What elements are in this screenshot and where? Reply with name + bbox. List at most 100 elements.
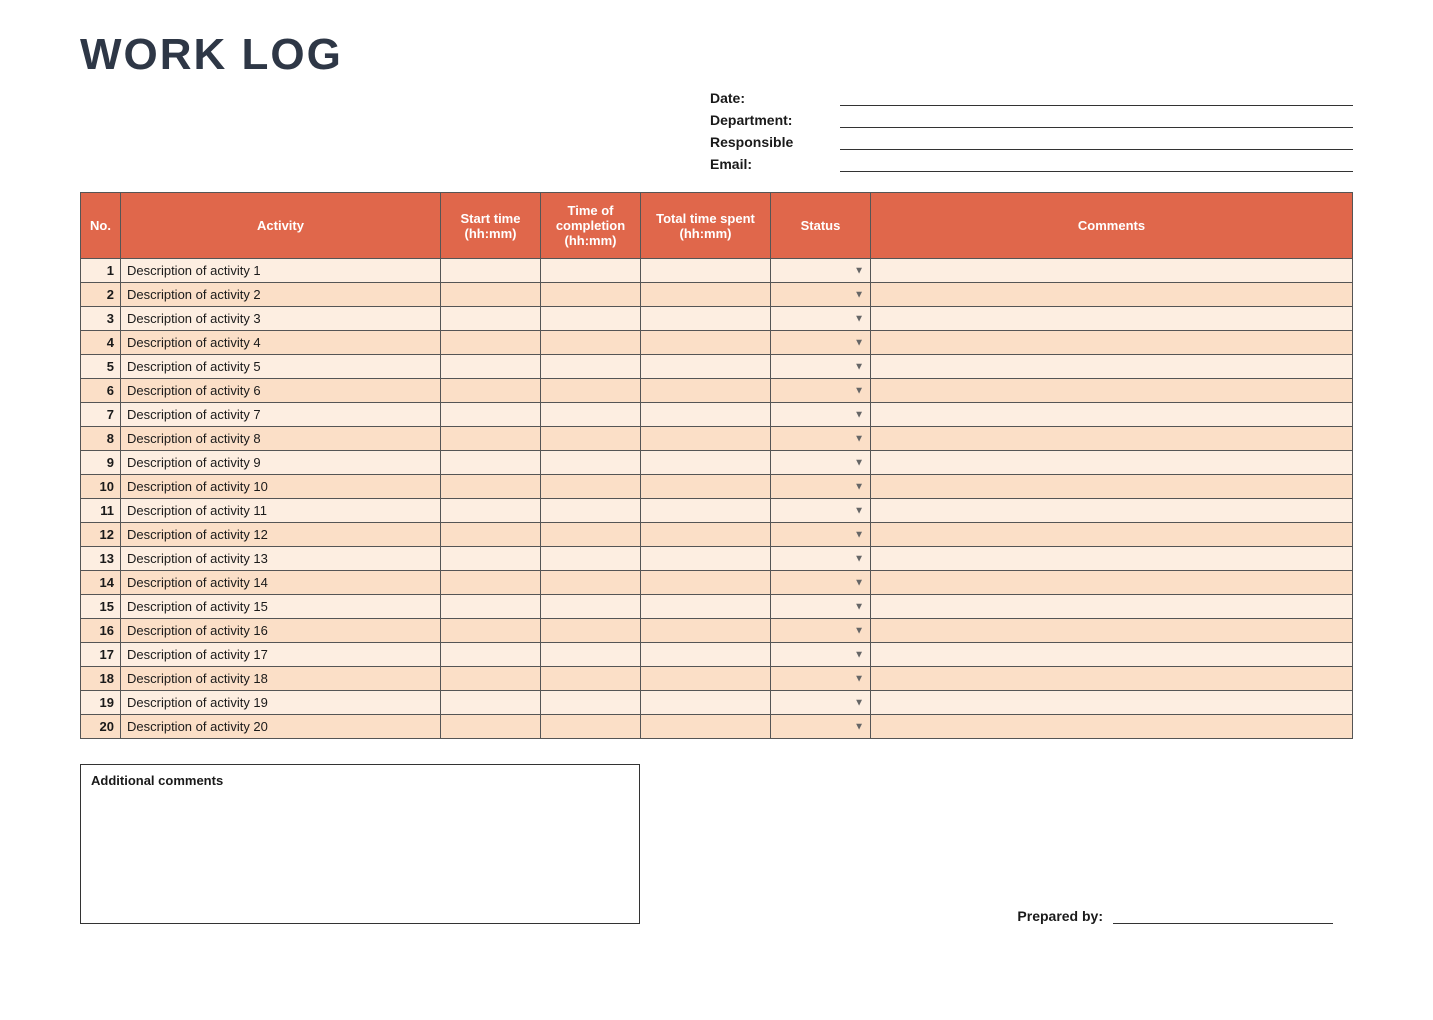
cell-completion-time[interactable] [541,355,641,379]
cell-comments[interactable] [871,451,1353,475]
cell-completion-time[interactable] [541,307,641,331]
cell-total-time[interactable] [641,403,771,427]
cell-start-time[interactable] [441,403,541,427]
cell-completion-time[interactable] [541,331,641,355]
cell-comments[interactable] [871,355,1353,379]
cell-status-dropdown[interactable]: ▼ [771,619,871,643]
cell-status-dropdown[interactable]: ▼ [771,595,871,619]
cell-completion-time[interactable] [541,499,641,523]
cell-comments[interactable] [871,331,1353,355]
cell-completion-time[interactable] [541,451,641,475]
cell-activity[interactable]: Description of activity 9 [121,451,441,475]
cell-status-dropdown[interactable]: ▼ [771,307,871,331]
cell-total-time[interactable] [641,259,771,283]
cell-start-time[interactable] [441,475,541,499]
cell-total-time[interactable] [641,571,771,595]
cell-start-time[interactable] [441,667,541,691]
cell-completion-time[interactable] [541,643,641,667]
cell-start-time[interactable] [441,451,541,475]
cell-comments[interactable] [871,475,1353,499]
cell-comments[interactable] [871,643,1353,667]
cell-completion-time[interactable] [541,595,641,619]
cell-total-time[interactable] [641,691,771,715]
cell-status-dropdown[interactable]: ▼ [771,451,871,475]
cell-status-dropdown[interactable]: ▼ [771,643,871,667]
cell-activity[interactable]: Description of activity 6 [121,379,441,403]
cell-completion-time[interactable] [541,259,641,283]
email-input-line[interactable] [840,156,1353,172]
cell-start-time[interactable] [441,619,541,643]
cell-comments[interactable] [871,595,1353,619]
cell-activity[interactable]: Description of activity 1 [121,259,441,283]
department-input-line[interactable] [840,112,1353,128]
cell-start-time[interactable] [441,427,541,451]
cell-activity[interactable]: Description of activity 4 [121,331,441,355]
cell-comments[interactable] [871,427,1353,451]
cell-start-time[interactable] [441,379,541,403]
cell-completion-time[interactable] [541,379,641,403]
prepared-by-input-line[interactable] [1113,910,1333,924]
cell-comments[interactable] [871,667,1353,691]
cell-start-time[interactable] [441,355,541,379]
cell-total-time[interactable] [641,451,771,475]
cell-status-dropdown[interactable]: ▼ [771,667,871,691]
cell-completion-time[interactable] [541,571,641,595]
cell-status-dropdown[interactable]: ▼ [771,427,871,451]
cell-total-time[interactable] [641,667,771,691]
cell-activity[interactable]: Description of activity 19 [121,691,441,715]
cell-activity[interactable]: Description of activity 13 [121,547,441,571]
cell-start-time[interactable] [441,547,541,571]
cell-total-time[interactable] [641,523,771,547]
cell-comments[interactable] [871,619,1353,643]
cell-status-dropdown[interactable]: ▼ [771,379,871,403]
cell-start-time[interactable] [441,643,541,667]
cell-total-time[interactable] [641,595,771,619]
cell-activity[interactable]: Description of activity 2 [121,283,441,307]
cell-comments[interactable] [871,403,1353,427]
cell-completion-time[interactable] [541,691,641,715]
cell-comments[interactable] [871,499,1353,523]
cell-start-time[interactable] [441,715,541,739]
cell-total-time[interactable] [641,619,771,643]
cell-activity[interactable]: Description of activity 8 [121,427,441,451]
cell-start-time[interactable] [441,595,541,619]
cell-completion-time[interactable] [541,403,641,427]
cell-start-time[interactable] [441,259,541,283]
responsible-input-line[interactable] [840,134,1353,150]
cell-comments[interactable] [871,571,1353,595]
cell-activity[interactable]: Description of activity 10 [121,475,441,499]
cell-start-time[interactable] [441,499,541,523]
cell-status-dropdown[interactable]: ▼ [771,331,871,355]
cell-completion-time[interactable] [541,715,641,739]
cell-total-time[interactable] [641,355,771,379]
cell-completion-time[interactable] [541,283,641,307]
cell-status-dropdown[interactable]: ▼ [771,547,871,571]
cell-status-dropdown[interactable]: ▼ [771,475,871,499]
cell-status-dropdown[interactable]: ▼ [771,715,871,739]
cell-activity[interactable]: Description of activity 7 [121,403,441,427]
cell-activity[interactable]: Description of activity 11 [121,499,441,523]
cell-total-time[interactable] [641,715,771,739]
cell-completion-time[interactable] [541,667,641,691]
cell-start-time[interactable] [441,523,541,547]
cell-activity[interactable]: Description of activity 12 [121,523,441,547]
cell-start-time[interactable] [441,283,541,307]
cell-activity[interactable]: Description of activity 14 [121,571,441,595]
cell-comments[interactable] [871,691,1353,715]
cell-comments[interactable] [871,715,1353,739]
additional-comments-box[interactable]: Additional comments [80,764,640,924]
cell-activity[interactable]: Description of activity 18 [121,667,441,691]
cell-activity[interactable]: Description of activity 17 [121,643,441,667]
cell-comments[interactable] [871,379,1353,403]
cell-start-time[interactable] [441,307,541,331]
cell-status-dropdown[interactable]: ▼ [771,403,871,427]
cell-status-dropdown[interactable]: ▼ [771,571,871,595]
cell-start-time[interactable] [441,571,541,595]
cell-activity[interactable]: Description of activity 15 [121,595,441,619]
cell-activity[interactable]: Description of activity 20 [121,715,441,739]
cell-total-time[interactable] [641,643,771,667]
cell-status-dropdown[interactable]: ▼ [771,355,871,379]
cell-status-dropdown[interactable]: ▼ [771,259,871,283]
cell-comments[interactable] [871,547,1353,571]
cell-status-dropdown[interactable]: ▼ [771,499,871,523]
